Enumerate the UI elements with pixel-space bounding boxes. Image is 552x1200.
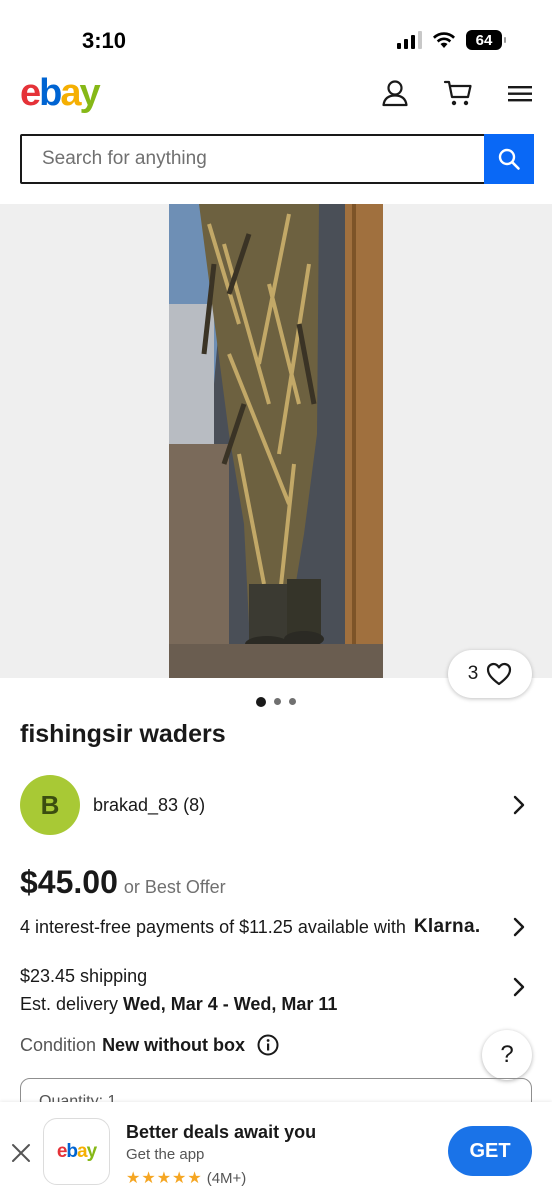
waders-image	[169, 204, 383, 678]
shipping-row[interactable]: $23.45 shipping Est. delivery Wed, Mar 4…	[20, 962, 532, 1018]
chevron-right-icon	[513, 917, 525, 937]
installments-row[interactable]: 4 interest-free payments of $11.25 avail…	[20, 916, 532, 938]
delivery-dates: Wed, Mar 4 - Wed, Mar 11	[123, 994, 338, 1014]
product-photo[interactable]	[169, 204, 383, 678]
seller-name: brakad_83 (8)	[93, 794, 206, 815]
app-install-banner: ebay Better deals await you Get the app …	[0, 1102, 552, 1200]
search-button[interactable]	[484, 134, 534, 184]
best-offer-label: or Best Offer	[123, 877, 226, 897]
pagination-dot[interactable]	[289, 698, 296, 705]
pagination-dot[interactable]	[256, 697, 266, 707]
price-row: $45.00 or Best Offer	[20, 864, 226, 901]
info-icon[interactable]	[257, 1034, 279, 1056]
pagination-dot[interactable]	[274, 698, 281, 705]
status-time: 3:10	[82, 28, 127, 53]
wifi-icon	[433, 32, 455, 48]
chevron-right-icon	[513, 795, 525, 815]
battery-icon: 64	[466, 30, 506, 50]
signal-icon	[397, 31, 422, 49]
delivery-estimate: Est. delivery Wed, Mar 4 - Wed, Mar 11	[20, 994, 338, 1014]
cart-icon[interactable]	[443, 78, 473, 108]
status-icons: 64	[397, 30, 506, 50]
banner-subtitle: Get the app	[126, 1146, 205, 1163]
banner-title: Better deals await you	[126, 1122, 317, 1142]
condition-row: Condition New without box	[20, 1034, 279, 1056]
watch-count: 3	[467, 663, 479, 684]
price: $45.00	[20, 864, 118, 900]
search-input[interactable]	[22, 136, 484, 182]
condition-label: Condition	[20, 1034, 97, 1055]
search-icon	[498, 148, 520, 170]
gallery-pagination	[0, 697, 552, 707]
star-rating-icon: ★★★★★	[126, 1170, 203, 1187]
header: ebay	[0, 66, 552, 122]
help-button[interactable]: ?	[482, 1030, 532, 1080]
app-icon: ebay	[43, 1118, 110, 1185]
shipping-cost: $23.45 shipping	[20, 966, 148, 986]
menu-icon[interactable]	[506, 78, 534, 108]
klarna-logo: Klarna.	[413, 916, 481, 937]
close-icon[interactable]	[10, 1142, 32, 1164]
heart-icon	[487, 662, 512, 686]
app-rating: ★★★★★ (4M+)	[126, 1168, 246, 1188]
image-gallery[interactable]	[0, 204, 552, 678]
condition-value: New without box	[102, 1034, 246, 1055]
seller-row[interactable]: B brakad_83 (8)	[20, 774, 532, 836]
search-bar	[20, 134, 534, 184]
avatar: B	[20, 775, 80, 835]
ebay-logo[interactable]: ebay	[20, 72, 101, 114]
rating-count: (4M+)	[206, 1169, 247, 1187]
get-app-button[interactable]: GET	[448, 1126, 532, 1176]
watch-button[interactable]: 3	[448, 650, 532, 698]
chevron-right-icon	[513, 977, 525, 997]
installments-text: 4 interest-free payments of $11.25 avail…	[20, 916, 406, 937]
listing-title: fishingsir waders	[20, 720, 226, 748]
user-icon[interactable]	[380, 78, 410, 108]
